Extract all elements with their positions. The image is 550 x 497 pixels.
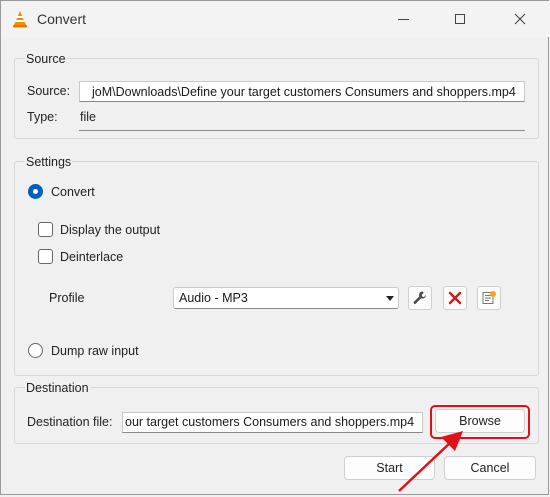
convert-dialog: Convert Source Source: joM\Downloads\De… <box>0 0 550 495</box>
annotation-arrow <box>398 431 463 492</box>
